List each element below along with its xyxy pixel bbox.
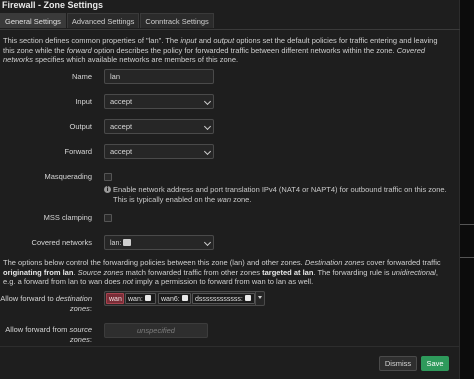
input-policy-select[interactable]: accept	[104, 94, 214, 109]
network-icon	[123, 239, 132, 246]
dismiss-button[interactable]: Dismiss	[379, 356, 417, 371]
backdrop-divider	[460, 224, 474, 225]
destination-zones-dropdown-toggle[interactable]	[255, 292, 265, 305]
network-icon	[181, 295, 188, 301]
name-input[interactable]: lan	[104, 69, 214, 84]
chevron-down-icon	[203, 147, 212, 156]
network-chip-lan: lan:	[110, 237, 132, 250]
page-backdrop	[460, 0, 474, 379]
destination-zones-label: Allow forward to destination zones:	[0, 294, 92, 313]
name-label: Name	[71, 72, 92, 81]
chevron-down-icon	[203, 122, 212, 131]
save-button[interactable]: Save	[421, 356, 449, 371]
tab-divider	[0, 29, 460, 30]
zone-tag-wan-network[interactable]: wan:	[125, 293, 156, 304]
intro-description: This section defines common properties o…	[3, 36, 438, 64]
output-policy-value: accept	[110, 122, 133, 131]
tab-general-settings[interactable]: General Settings	[0, 13, 66, 28]
zone-tag-dss-network[interactable]: dssssssssssss:	[192, 293, 255, 304]
chevron-down-icon	[203, 238, 212, 247]
mss-clamping-checkbox[interactable]	[104, 214, 112, 222]
source-zones-label: Allow forward from source zones:	[5, 325, 92, 344]
output-policy-select[interactable]: accept	[104, 119, 214, 134]
zone-tag-wan[interactable]: wan	[106, 293, 124, 304]
forward-policy-label: Forward	[64, 147, 92, 156]
tab-advanced-settings[interactable]: Advanced Settings	[66, 13, 140, 28]
input-policy-label: Input	[75, 97, 92, 106]
source-zones-select[interactable]: unspecified	[104, 323, 208, 338]
masquerading-checkbox[interactable]	[104, 173, 112, 181]
tab-conntrack-settings[interactable]: Conntrack Settings	[140, 13, 214, 28]
masquerading-label: Masquerading	[44, 172, 92, 181]
zone-settings-modal: Firewall - Zone Settings General Setting…	[0, 0, 460, 379]
tab-bar: General Settings Advanced Settings Connt…	[0, 13, 215, 29]
triangle-down-icon	[258, 296, 262, 299]
network-icon	[144, 295, 151, 301]
chevron-down-icon	[203, 97, 212, 106]
footer-divider	[0, 346, 460, 347]
info-icon: i	[104, 186, 111, 193]
zone-tag-wan6-network[interactable]: wan6:	[158, 293, 191, 304]
network-icon	[244, 295, 251, 301]
backdrop-divider	[460, 257, 474, 258]
output-policy-label: Output	[69, 122, 92, 131]
input-policy-value: accept	[110, 97, 133, 106]
forward-policy-value: accept	[110, 147, 133, 156]
forwarding-description: The options below control the forwarding…	[3, 258, 441, 286]
covered-networks-label: Covered networks	[31, 238, 92, 247]
masquerading-help: Enable network address and port translat…	[113, 185, 447, 204]
forward-policy-select[interactable]: accept	[104, 144, 214, 159]
covered-networks-select[interactable]: lan:	[104, 235, 214, 250]
modal-title: Firewall - Zone Settings	[2, 0, 104, 10]
mss-clamping-label: MSS clamping	[43, 213, 92, 222]
destination-zones-select[interactable]: wan wan: wan6: dssssssssssss:	[104, 291, 265, 306]
